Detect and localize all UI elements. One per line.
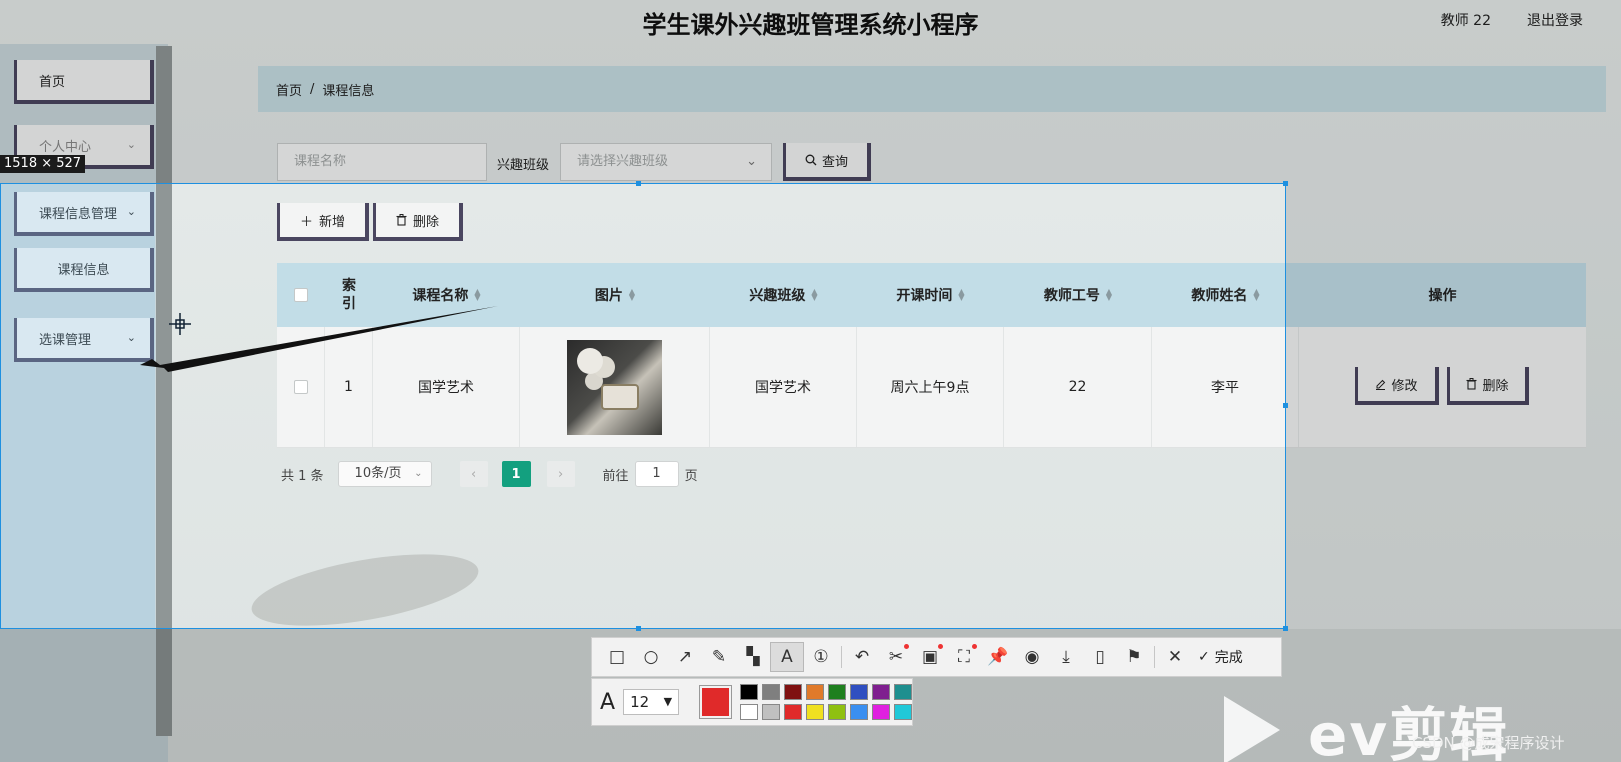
color-swatch[interactable] (894, 704, 912, 720)
number-tool-icon[interactable]: ① (804, 642, 838, 672)
toolbar-divider (1154, 646, 1155, 668)
ocr-icon[interactable]: ▣ (913, 642, 947, 672)
color-swatch[interactable] (784, 684, 802, 700)
color-swatch[interactable] (850, 704, 868, 720)
scan-icon[interactable]: ⛶ (947, 642, 981, 672)
play-logo-icon (1224, 696, 1280, 762)
color-swatch[interactable] (784, 704, 802, 720)
watermark-credit: CSDN @成宋程序设计 (1412, 734, 1565, 752)
record-icon[interactable]: ◉ (1015, 642, 1049, 672)
current-color-fill (702, 688, 729, 716)
color-swatch[interactable] (872, 684, 890, 700)
ellipse-tool-icon[interactable]: ○ (634, 642, 668, 672)
badge-dot (938, 644, 943, 649)
cut-icon[interactable]: ✂ (879, 642, 913, 672)
check-icon: ✓ (1198, 649, 1210, 665)
undo-icon[interactable]: ↶ (845, 642, 879, 672)
color-swatch[interactable] (806, 704, 824, 720)
color-swatch[interactable] (894, 684, 912, 700)
done-label: 完成 (1214, 650, 1243, 666)
crosshair-cursor-icon (169, 313, 191, 335)
arrow-tool-icon[interactable]: ↗ (668, 642, 702, 672)
font-icon: A (600, 689, 616, 715)
color-palette (740, 684, 912, 720)
bookmark-icon[interactable]: ⚑ (1117, 642, 1151, 672)
toolbar-divider (841, 646, 842, 668)
color-swatch[interactable] (872, 704, 890, 720)
download-icon[interactable]: ⤓ (1049, 642, 1083, 672)
color-swatch[interactable] (762, 684, 780, 700)
color-swatch[interactable] (850, 684, 868, 700)
color-swatch[interactable] (740, 704, 758, 720)
color-swatch[interactable] (828, 684, 846, 700)
color-swatch[interactable] (828, 704, 846, 720)
phone-icon[interactable]: ▯ (1083, 642, 1117, 672)
font-size-value: 12 (630, 693, 650, 711)
rectangle-tool-icon[interactable]: □ (600, 642, 634, 672)
font-size-select[interactable]: 12 ▼ (623, 689, 680, 715)
badge-dot (904, 644, 909, 649)
current-color-swatch[interactable] (699, 685, 732, 719)
color-swatch[interactable] (806, 684, 824, 700)
close-icon[interactable]: ✕ (1158, 642, 1192, 672)
pencil-tool-icon[interactable]: ✎ (702, 642, 736, 672)
caret-down-icon: ▼ (663, 695, 673, 708)
text-style-toolbar: A 12 ▼ (591, 678, 913, 726)
mosaic-tool-icon[interactable]: ▚ (736, 642, 770, 672)
pin-icon[interactable]: 📌 (981, 642, 1015, 672)
color-swatch[interactable] (740, 684, 758, 700)
text-tool-icon[interactable]: A (770, 642, 804, 672)
color-swatch[interactable] (762, 704, 780, 720)
done-button[interactable]: ✓ 完成 (1198, 647, 1243, 667)
capture-toolbar: □ ○ ↗ ✎ ▚ A ① ↶ ✂ ▣ ⛶ 📌 ◉ ⤓ ▯ ⚑ ✕ ✓ 完成 (591, 637, 1282, 677)
badge-dot (972, 644, 977, 649)
